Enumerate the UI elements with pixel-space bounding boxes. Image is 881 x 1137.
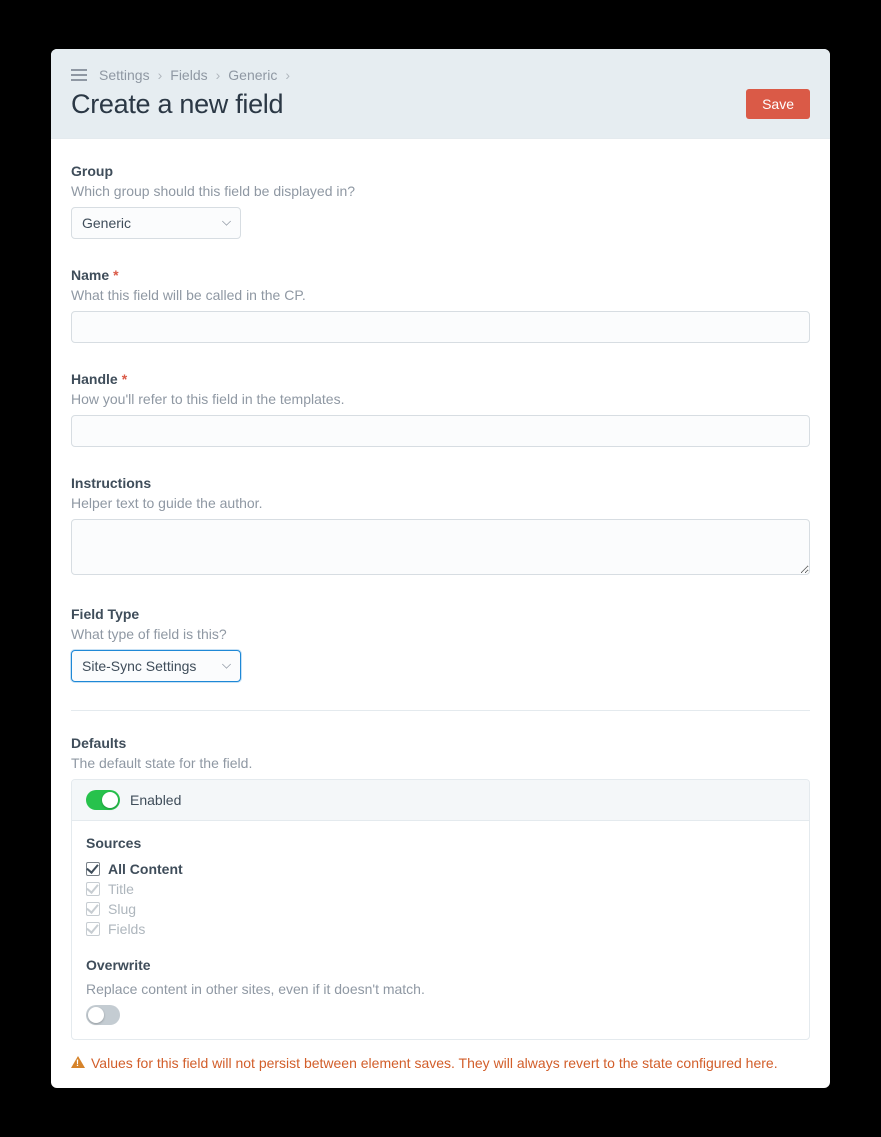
notice-text: Values for this field will not persist b… bbox=[91, 1054, 778, 1074]
source-option-all-content[interactable]: All Content bbox=[86, 859, 795, 879]
field-name: Name* What this field will be called in … bbox=[71, 267, 810, 343]
field-instructions: The default state for the field. bbox=[71, 755, 810, 771]
instructions-textarea[interactable] bbox=[71, 519, 810, 575]
field-label: Instructions bbox=[71, 475, 810, 491]
app-window: Settings › Fields › Generic › Create a n… bbox=[51, 49, 830, 1088]
field-type-select[interactable]: Site-Sync Settings bbox=[71, 650, 241, 682]
field-label: Handle* bbox=[71, 371, 810, 387]
field-instructions: Helper text to guide the author. bbox=[71, 495, 810, 511]
overwrite-toggle[interactable] bbox=[86, 1005, 120, 1025]
breadcrumb: Settings › Fields › Generic › bbox=[71, 67, 810, 83]
field-label: Field Type bbox=[71, 606, 810, 622]
defaults-enabled-row: Enabled bbox=[72, 780, 809, 821]
field-instructions: What this field will be called in the CP… bbox=[71, 287, 810, 303]
page-header: Settings › Fields › Generic › Create a n… bbox=[51, 49, 830, 139]
breadcrumb-item[interactable]: Fields bbox=[170, 67, 207, 83]
field-group: Group Which group should this field be d… bbox=[71, 163, 810, 239]
enabled-toggle[interactable] bbox=[86, 790, 120, 810]
group-select-wrap: Generic bbox=[71, 207, 241, 239]
checkbox-icon bbox=[86, 882, 100, 896]
field-instructions-text: Instructions Helper text to guide the au… bbox=[71, 475, 810, 578]
field-label: Group bbox=[71, 163, 810, 179]
chevron-right-icon: › bbox=[285, 67, 290, 83]
overwrite-instructions: Replace content in other sites, even if … bbox=[86, 981, 795, 997]
field-instructions: What type of field is this? bbox=[71, 626, 810, 642]
required-indicator: * bbox=[122, 371, 127, 387]
field-type: Field Type What type of field is this? S… bbox=[71, 606, 810, 682]
name-input[interactable] bbox=[71, 311, 810, 343]
warning-icon bbox=[71, 1056, 85, 1068]
persist-notice: Values for this field will not persist b… bbox=[71, 1054, 810, 1074]
breadcrumb-item[interactable]: Settings bbox=[99, 67, 150, 83]
overwrite-heading: Overwrite bbox=[86, 957, 795, 973]
save-button[interactable]: Save bbox=[746, 89, 810, 119]
enabled-label: Enabled bbox=[130, 792, 181, 808]
field-type-select-wrap: Site-Sync Settings bbox=[71, 650, 241, 682]
sources-list: All Content Title Slug Fields bbox=[86, 859, 795, 939]
source-option-fields: Fields bbox=[86, 919, 795, 939]
source-label: Slug bbox=[108, 901, 136, 917]
chevron-right-icon: › bbox=[158, 67, 163, 83]
source-option-title: Title bbox=[86, 879, 795, 899]
divider bbox=[71, 710, 810, 711]
required-indicator: * bbox=[113, 267, 118, 283]
checkbox-icon[interactable] bbox=[86, 862, 100, 876]
group-select[interactable]: Generic bbox=[71, 207, 241, 239]
source-label: All Content bbox=[108, 861, 183, 877]
checkbox-icon bbox=[86, 902, 100, 916]
field-handle: Handle* How you'll refer to this field i… bbox=[71, 371, 810, 447]
field-instructions: How you'll refer to this field in the te… bbox=[71, 391, 810, 407]
field-defaults: Defaults The default state for the field… bbox=[71, 735, 810, 1040]
field-label: Defaults bbox=[71, 735, 810, 751]
breadcrumb-item[interactable]: Generic bbox=[228, 67, 277, 83]
sources-heading: Sources bbox=[86, 835, 795, 851]
source-option-slug: Slug bbox=[86, 899, 795, 919]
field-label: Name* bbox=[71, 267, 810, 283]
menu-icon[interactable] bbox=[71, 69, 87, 81]
form-body: Group Which group should this field be d… bbox=[51, 139, 830, 1088]
source-label: Title bbox=[108, 881, 134, 897]
page-title: Create a new field bbox=[71, 89, 810, 120]
field-instructions: Which group should this field be display… bbox=[71, 183, 810, 199]
chevron-right-icon: › bbox=[216, 67, 221, 83]
defaults-panel: Enabled Sources All Content Title bbox=[71, 779, 810, 1040]
defaults-inner: Sources All Content Title Slug bbox=[72, 821, 809, 1039]
handle-input[interactable] bbox=[71, 415, 810, 447]
checkbox-icon bbox=[86, 922, 100, 936]
source-label: Fields bbox=[108, 921, 145, 937]
